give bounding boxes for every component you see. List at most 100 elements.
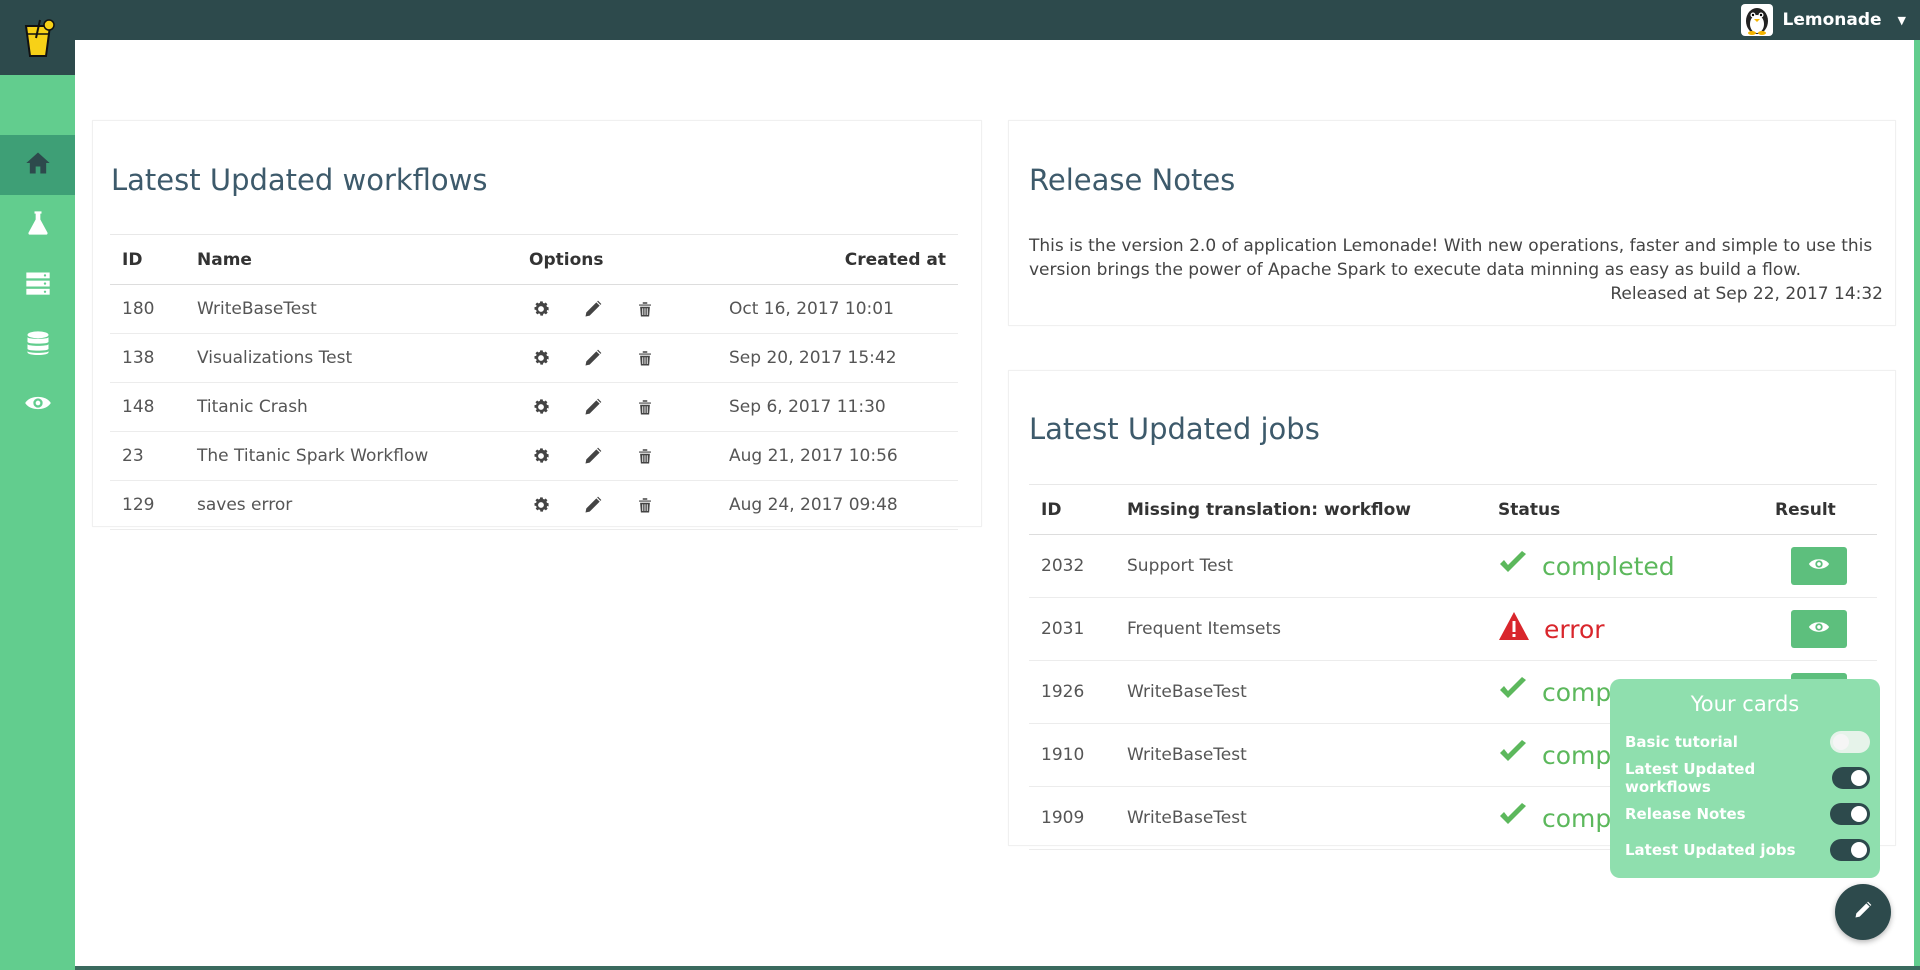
col-options: Options: [517, 234, 717, 285]
workflow-id: 23: [110, 431, 185, 481]
gear-icon[interactable]: [529, 444, 553, 468]
toggle-knob: [1833, 734, 1849, 750]
job-status-label: compl: [1542, 740, 1619, 770]
eye-icon: [24, 389, 52, 421]
card-toggle-switch[interactable]: [1830, 731, 1870, 753]
toggle-knob: [1851, 806, 1867, 822]
job-id: 2031: [1029, 597, 1115, 661]
col-result: Result: [1763, 484, 1877, 535]
workflow-name[interactable]: saves error: [185, 480, 517, 530]
workflow-options: [517, 382, 717, 432]
pencil-icon[interactable]: [581, 395, 605, 419]
sidebar-item-storage[interactable]: [0, 255, 75, 315]
warning-icon: [1498, 611, 1530, 647]
job-id: 1910: [1029, 723, 1115, 787]
workflow-id: 138: [110, 333, 185, 383]
release-notes-text: This is the version 2.0 of application L…: [1029, 236, 1873, 280]
gear-icon[interactable]: [529, 297, 553, 321]
workflow-row[interactable]: 180 WriteBaseTest Oct 16, 2017 10:01: [110, 284, 958, 334]
lemonade-logo-icon[interactable]: [0, 0, 75, 75]
check-icon: [1498, 676, 1528, 708]
gear-icon[interactable]: [529, 493, 553, 517]
job-workflow[interactable]: Support Test: [1115, 534, 1486, 598]
trash-icon[interactable]: [633, 444, 657, 468]
job-status-label: compl: [1542, 803, 1619, 833]
card-toggle-switch[interactable]: [1830, 803, 1870, 825]
sidebar-item-data-sources[interactable]: [0, 315, 75, 375]
card-toggle-label: Latest Updated jobs: [1625, 841, 1796, 859]
job-workflow[interactable]: Frequent Itemsets: [1115, 597, 1486, 661]
home-icon: [24, 149, 52, 181]
pencil-icon: [1853, 900, 1873, 924]
sidebar: [0, 0, 75, 970]
job-row[interactable]: 2032 Support Test completed: [1029, 534, 1877, 598]
job-result: [1763, 597, 1877, 661]
job-status-label: completed: [1542, 551, 1675, 581]
gear-icon[interactable]: [529, 395, 553, 419]
card-toggle-label: Basic tutorial: [1625, 733, 1738, 751]
job-row[interactable]: 2031 Frequent Itemsets error: [1029, 597, 1877, 661]
view-result-button[interactable]: [1791, 547, 1847, 585]
pencil-icon[interactable]: [581, 493, 605, 517]
workflow-options: [517, 431, 717, 481]
user-name: Lemonade: [1782, 10, 1882, 30]
gear-icon[interactable]: [529, 346, 553, 370]
workflow-name[interactable]: Titanic Crash: [185, 382, 517, 432]
pencil-icon[interactable]: [581, 444, 605, 468]
trash-icon[interactable]: [633, 297, 657, 321]
card-toggle-switch[interactable]: [1832, 767, 1870, 789]
col-created-at: Created at: [717, 234, 958, 285]
storage-icon: [24, 269, 52, 301]
check-icon: [1498, 802, 1528, 834]
sidebar-item-home[interactable]: [0, 135, 75, 195]
view-result-button[interactable]: [1791, 610, 1847, 648]
user-menu[interactable]: Lemonade ▼: [1740, 4, 1906, 36]
trash-icon[interactable]: [633, 493, 657, 517]
eye-icon: [1808, 556, 1830, 577]
trash-icon[interactable]: [633, 395, 657, 419]
pencil-icon[interactable]: [581, 297, 605, 321]
workflow-id: 129: [110, 480, 185, 530]
release-date: Released at Sep 22, 2017 14:32: [1610, 284, 1883, 304]
workflow-created-at: Sep 20, 2017 15:42: [717, 333, 958, 383]
edit-cards-button[interactable]: [1835, 884, 1891, 940]
workflow-created-at: Sep 6, 2017 11:30: [717, 382, 958, 432]
col-workflow: Missing translation: workflow: [1115, 484, 1486, 535]
workflow-name[interactable]: WriteBaseTest: [185, 284, 517, 334]
card-toggle-row: Latest Updated workflows: [1625, 760, 1870, 796]
release-notes-card: Release Notes This is the version 2.0 of…: [1008, 120, 1896, 326]
workflow-row[interactable]: 148 Titanic Crash Sep 6, 2017 11:30: [110, 382, 958, 432]
workflow-name[interactable]: Visualizations Test: [185, 333, 517, 383]
jobs-card-title: Latest Updated jobs: [1029, 412, 1320, 446]
workflow-row[interactable]: 23 The Titanic Spark Workflow Aug 21, 2017…: [110, 431, 958, 481]
workflow-row[interactable]: 129 saves error Aug 24, 2017 09:48: [110, 480, 958, 530]
job-workflow[interactable]: WriteBaseTest: [1115, 660, 1486, 724]
card-toggle-row: Release Notes: [1625, 801, 1870, 827]
col-id: ID: [110, 234, 185, 285]
workflow-row[interactable]: 138 Visualizations Test Sep 20, 2017 15:42: [110, 333, 958, 383]
sidebar-item-visualizations[interactable]: [0, 375, 75, 435]
job-id: 1926: [1029, 660, 1115, 724]
pencil-icon[interactable]: [581, 346, 605, 370]
job-id: 1909: [1029, 786, 1115, 850]
sidebar-item-experiments[interactable]: [0, 195, 75, 255]
eye-icon: [1808, 619, 1830, 640]
job-workflow[interactable]: WriteBaseTest: [1115, 723, 1486, 787]
job-id: 2032: [1029, 534, 1115, 598]
workflow-id: 148: [110, 382, 185, 432]
col-job-id: ID: [1029, 484, 1115, 535]
your-cards-title: Your cards: [1690, 692, 1800, 716]
workflow-options: [517, 333, 717, 383]
job-workflow[interactable]: WriteBaseTest: [1115, 786, 1486, 850]
flask-icon: [24, 209, 52, 241]
check-icon: [1498, 550, 1528, 582]
col-name: Name: [185, 234, 517, 285]
your-cards-panel: Your cards Basic tutorial Latest Updated …: [1610, 679, 1880, 878]
card-toggle-switch[interactable]: [1830, 839, 1870, 861]
col-status: Status: [1486, 484, 1763, 535]
workflow-name[interactable]: The Titanic Spark Workflow: [185, 431, 517, 481]
workflow-created-at: Oct 16, 2017 10:01: [717, 284, 958, 334]
workflow-options: [517, 480, 717, 530]
trash-icon[interactable]: [633, 346, 657, 370]
workflow-created-at: Aug 24, 2017 09:48: [717, 480, 958, 530]
